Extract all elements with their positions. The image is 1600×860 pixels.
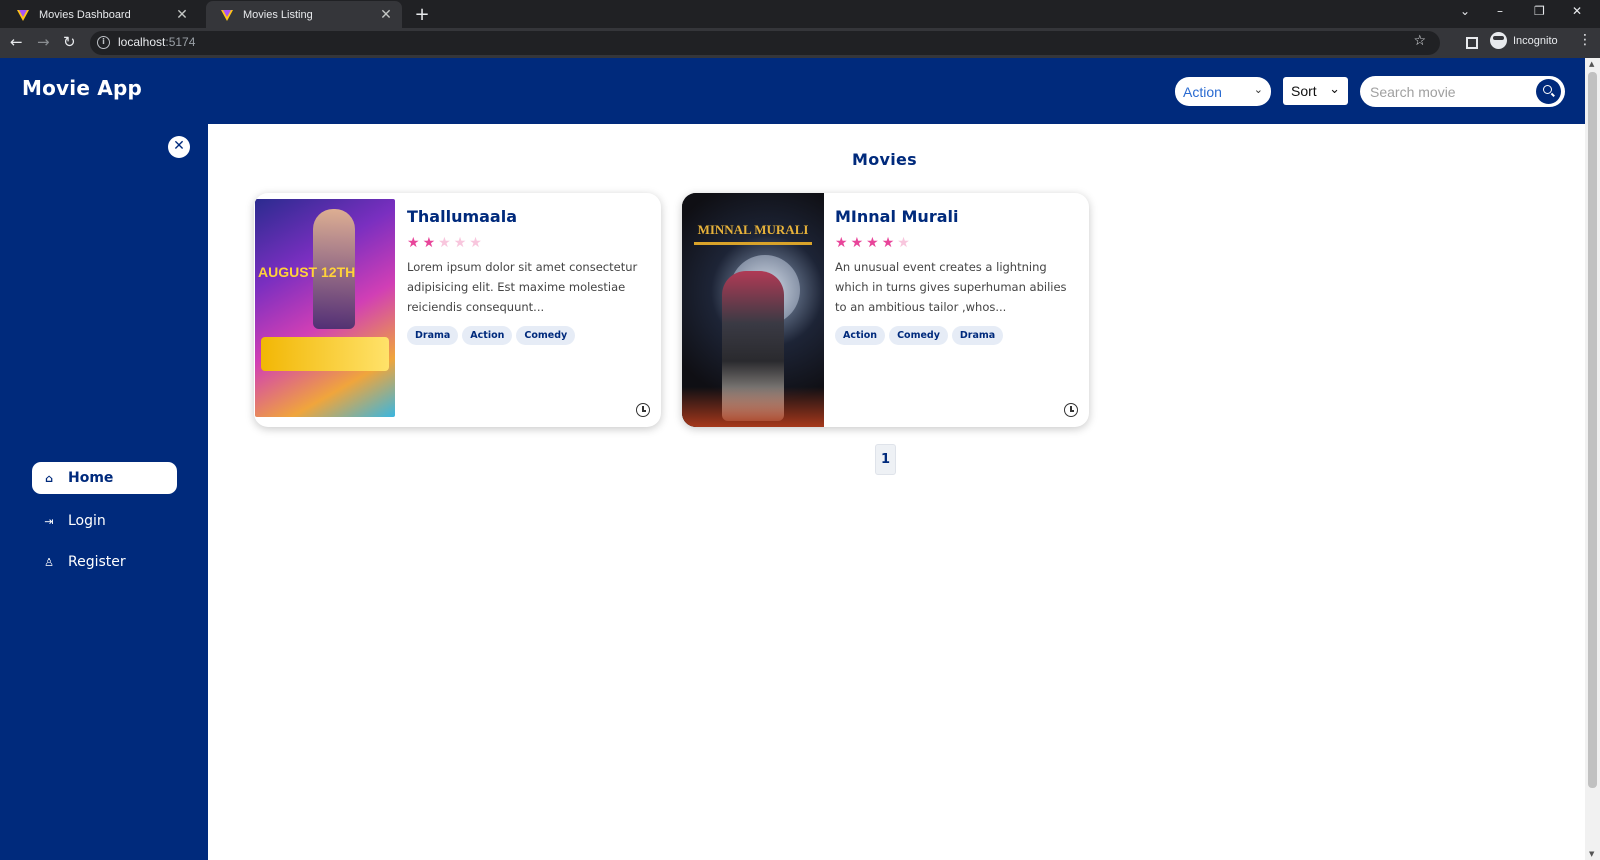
genre-tag: Action	[835, 326, 886, 345]
sidebar-item-label: Home	[68, 470, 114, 486]
movie-card-body: MInnal Murali ★ ★ ★ ★ ★ An unusual event cre…	[835, 207, 1079, 345]
chevron-down-icon: ⌄	[1253, 84, 1263, 96]
sidebar: ✕ ⌂ Home ⇥ Login ♙ Register	[0, 124, 208, 860]
search-icon[interactable]	[1536, 79, 1561, 104]
vite-favicon-icon	[16, 8, 30, 22]
vite-favicon-icon	[220, 8, 234, 22]
genre-select-value: Action	[1183, 83, 1222, 100]
movie-card-body: Thallumaala ★ ★ ★ ★ ★ Lorem ipsum dolor sit …	[407, 207, 651, 345]
genre-tag: Drama	[951, 326, 1004, 345]
movie-poster: MINNAL MURALI	[682, 193, 824, 427]
app-logo[interactable]: Movie App	[22, 76, 142, 100]
page-title: Movies	[851, 150, 917, 169]
poster-title-art	[261, 337, 389, 371]
back-arrow-icon[interactable]: ←	[10, 33, 23, 51]
app-header: Movie App Action ⌄ Sort ⌄	[0, 58, 1585, 124]
pagination-page-button[interactable]: 1	[875, 444, 896, 475]
search-input[interactable]	[1370, 81, 1530, 102]
reload-icon[interactable]: ↻	[63, 33, 76, 51]
site-info-icon[interactable]: i	[97, 36, 110, 49]
home-icon: ⌂	[45, 471, 53, 485]
star-filled-icon: ★	[835, 235, 848, 251]
browser-tab-bar: Movies Dashboard ✕ Movies Listing ✕ + ⌄ …	[0, 0, 1600, 28]
sidebar-item-label: Login	[68, 513, 106, 529]
star-empty-icon: ★	[469, 235, 482, 251]
star-filled-icon: ★	[407, 235, 420, 251]
movie-description: An unusual event creates a lightning whi…	[835, 260, 1067, 314]
close-sidebar-icon[interactable]: ✕	[168, 136, 190, 158]
star-empty-icon: ★	[438, 235, 451, 251]
poster-fire	[682, 387, 824, 427]
browser-tab[interactable]: Movies Dashboard ✕	[2, 1, 198, 28]
movie-card[interactable]: AUGUST 12TH Thallumaala ★ ★ ★ ★ ★ Lorem ipsu…	[254, 193, 661, 427]
chevron-down-icon: ⌄	[1329, 81, 1340, 96]
close-tab-icon[interactable]: ✕	[174, 6, 190, 23]
incognito-icon	[1490, 32, 1507, 49]
tab-search-chevron-icon[interactable]: ⌄	[1460, 4, 1470, 18]
new-tab-icon[interactable]: +	[412, 4, 432, 25]
main-content: Movies AUGUST 12TH Thallumaala ★ ★ ★ ★ ★ Lor…	[208, 124, 1585, 860]
tab-title: Movies Listing	[243, 8, 313, 21]
sort-label: Sort	[1291, 83, 1317, 99]
restore-icon[interactable]: ❐	[1534, 4, 1545, 18]
browser-tab-active[interactable]: Movies Listing ✕	[206, 1, 402, 28]
side-panel-icon[interactable]	[1466, 37, 1478, 49]
url-text: localhost:5174	[118, 35, 196, 49]
close-tab-icon[interactable]: ✕	[378, 6, 394, 23]
genre-tag: Action	[462, 326, 513, 345]
scrollbar-thumb[interactable]	[1588, 72, 1597, 788]
sort-button[interactable]: Sort ⌄	[1283, 77, 1348, 105]
genre-tags: Action Comedy Drama	[835, 326, 1079, 345]
movie-description: Lorem ipsum dolor sit amet consectetur a…	[407, 260, 638, 314]
sidebar-item-label: Register	[68, 554, 126, 570]
genre-tag: Comedy	[516, 326, 576, 345]
window-close-icon[interactable]: ✕	[1572, 4, 1582, 18]
forward-arrow-icon[interactable]: →	[37, 33, 50, 51]
clock-icon[interactable]	[636, 403, 650, 417]
minimize-icon[interactable]: –	[1497, 4, 1503, 18]
movie-card[interactable]: MINNAL MURALI MInnal Murali ★ ★ ★ ★ ★ An unu…	[682, 193, 1089, 427]
tab-title: Movies Dashboard	[39, 8, 131, 21]
movie-title: Thallumaala	[407, 207, 518, 226]
genre-select[interactable]: Action ⌄	[1175, 77, 1271, 106]
star-filled-icon: ★	[850, 235, 864, 251]
star-empty-icon: ★	[897, 235, 910, 251]
login-icon: ⇥	[44, 514, 54, 528]
genre-tag: Comedy	[889, 326, 948, 345]
address-bar[interactable]: i localhost:5174 ☆	[90, 31, 1440, 55]
scroll-down-icon[interactable]: ▼	[1589, 850, 1594, 858]
movie-title: MInnal Murali	[835, 207, 959, 226]
profile-label: Incognito	[1513, 34, 1558, 47]
search-box	[1360, 76, 1565, 107]
incognito-profile[interactable]: Incognito	[1490, 32, 1558, 49]
genre-tags: Drama Action Comedy	[407, 326, 651, 345]
user-icon: ♙	[44, 555, 54, 569]
genre-tag: Drama	[407, 326, 459, 345]
browser-menu-icon[interactable]: ⋮	[1578, 32, 1592, 48]
sidebar-item-home[interactable]: ⌂ Home	[32, 462, 177, 494]
bookmark-star-icon[interactable]: ☆	[1413, 33, 1426, 49]
clock-icon[interactable]	[1064, 403, 1078, 417]
movie-poster: AUGUST 12TH	[255, 199, 395, 417]
page-scrollbar[interactable]: ▲ ▼	[1585, 58, 1600, 860]
star-rating: ★ ★ ★ ★ ★	[835, 235, 1079, 251]
star-filled-icon: ★	[881, 235, 895, 251]
browser-toolbar: ← → ↻ i localhost:5174 ☆ Incognito ⋮	[0, 28, 1600, 58]
sidebar-item-register[interactable]: ♙ Register	[32, 546, 177, 578]
star-filled-icon: ★	[422, 235, 436, 251]
poster-text: MINNAL MURALI	[694, 215, 812, 245]
poster-text: AUGUST 12TH	[258, 264, 356, 280]
star-filled-icon: ★	[866, 235, 879, 251]
scroll-up-icon[interactable]: ▲	[1589, 60, 1594, 68]
star-rating: ★ ★ ★ ★ ★	[407, 235, 651, 251]
sidebar-item-login[interactable]: ⇥ Login	[32, 505, 177, 537]
star-empty-icon: ★	[453, 235, 467, 251]
